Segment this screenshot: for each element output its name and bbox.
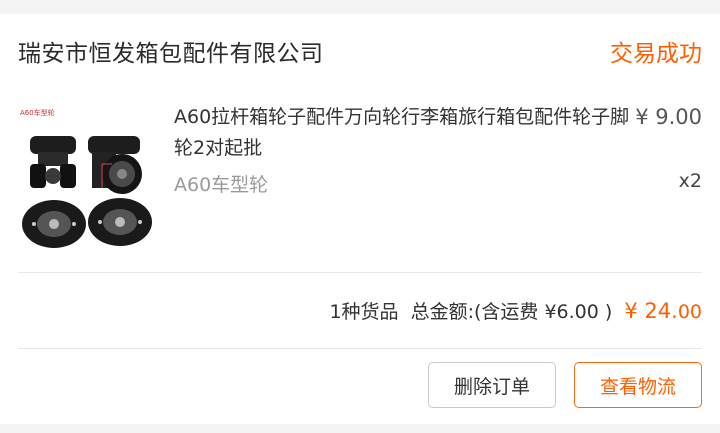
item-count: 1种货品 xyxy=(329,301,399,323)
shop-name[interactable]: 瑞安市恒发箱包配件有限公司 xyxy=(18,34,324,68)
total-main: ¥ 24. xyxy=(624,299,678,323)
shipping-note: (含运费 ¥6.00 ) xyxy=(474,301,613,323)
thumbnail-caption: A60车型轮 xyxy=(20,109,55,117)
order-card: 瑞安市恒发箱包配件有限公司 交易成功 A60车型轮 A60拉杆箱轮子配件万向轮行… xyxy=(0,14,720,424)
base-plate-right xyxy=(88,198,152,246)
total-label: 总金额: xyxy=(410,301,475,323)
product-thumbnail[interactable]: A60车型轮 xyxy=(16,106,160,254)
delete-order-button[interactable]: 删除订单 xyxy=(428,362,556,408)
base-plate-left xyxy=(22,200,86,248)
total-amount: ¥ 24.00 xyxy=(624,299,702,323)
unit-price: ¥ 9.00 xyxy=(635,105,702,129)
divider xyxy=(18,272,702,273)
order-summary: 1种货品 总金额:(含运费 ¥6.00 ) ¥ 24.00 xyxy=(329,297,702,324)
caster-wheels-image xyxy=(22,136,152,248)
quantity: x2 xyxy=(678,170,702,192)
view-logistics-button[interactable]: 查看物流 xyxy=(574,362,702,408)
product-spec: A60车型轮 xyxy=(174,174,269,196)
total-cents: 00 xyxy=(677,301,702,323)
wheel-assembly-right xyxy=(88,136,142,194)
product-title[interactable]: A60拉杆箱轮子配件万向轮行李箱旅行箱包配件轮子脚轮2对起批 xyxy=(174,102,634,164)
order-status: 交易成功 xyxy=(610,41,702,67)
wheel-assembly-left xyxy=(30,136,76,188)
divider xyxy=(18,348,702,349)
